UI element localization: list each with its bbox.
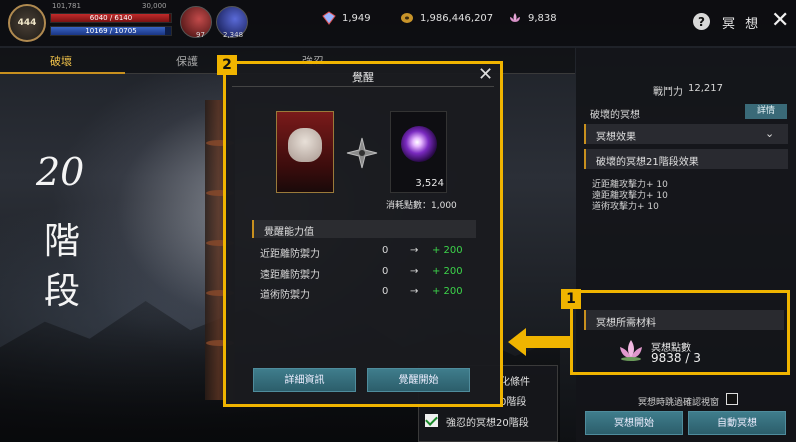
potion-blue-count: 2,348	[223, 31, 244, 39]
material-count: 9838 / 3	[651, 351, 701, 365]
condition-line-3: 強忍的冥想20階段	[446, 418, 529, 429]
effect-line: 道術攻擊力+ 10	[592, 202, 659, 212]
condition-line-1: 化條件	[500, 377, 530, 388]
shuriken-icon	[346, 137, 378, 169]
top-bar	[0, 0, 796, 46]
ability-to: + 200	[432, 266, 463, 277]
points-value: 3,524	[415, 178, 444, 189]
player-avatar[interactable]: 444	[8, 4, 46, 42]
meditation-section-title: 破壞的冥想	[590, 110, 640, 121]
skip-confirm-checkbox[interactable]	[726, 393, 738, 405]
coin-amount: 1,986,446,207	[420, 12, 494, 24]
player-level: 444	[17, 18, 37, 28]
tab-destroy[interactable]: 破壞	[50, 53, 72, 69]
ability-name: 道術防禦力	[260, 290, 310, 301]
condition-line-2: 0階段	[500, 397, 527, 408]
gem-resource: 1,949	[322, 11, 371, 25]
ability-arrow: →	[410, 286, 419, 297]
coin-resource: 1,986,446,207	[400, 11, 493, 25]
material-header: 冥想所需材料	[596, 318, 656, 329]
dialog-close-icon[interactable]: ✕	[478, 64, 493, 85]
start-meditation-button[interactable]: 冥想開始	[585, 411, 683, 435]
tab-protect[interactable]: 保護	[176, 53, 198, 69]
dialog-title: 覺醒	[352, 71, 374, 84]
stamina-stat: 30,000	[142, 2, 167, 10]
awaken-start-button[interactable]: 覺醒開始	[367, 368, 470, 392]
ability-header-row: 覺醒能力值	[252, 220, 476, 238]
ability-from: 0	[382, 266, 389, 277]
attack-stat: 101,781	[52, 2, 81, 10]
marker-one: 1	[561, 289, 581, 309]
ability-name: 遠距離防禦力	[260, 270, 320, 281]
hp-text: 6040 / 6140	[89, 14, 133, 22]
mp-bar: 10169 / 10705	[50, 26, 172, 36]
coin-icon	[401, 13, 413, 23]
material-header-row: 冥想所需材料	[584, 310, 784, 330]
close-icon[interactable]: ✕	[771, 10, 789, 32]
stage-number: 20	[36, 150, 85, 194]
auto-meditation-button[interactable]: 自動冥想	[688, 411, 786, 435]
demon-mask-icon	[288, 128, 322, 162]
hp-bar: 6040 / 6140	[50, 13, 172, 23]
skip-confirm-label: 冥想時跳過確認視窗	[638, 398, 720, 408]
meditation-orb-icon	[401, 126, 437, 162]
lotus-resource: 9,838	[508, 11, 557, 25]
stage-effect-row: 破壞的冥想21階段效果	[584, 149, 788, 169]
ability-from: 0	[382, 286, 389, 297]
lotus-amount: 9,838	[528, 12, 557, 24]
lotus-icon	[620, 340, 642, 361]
dialog-divider	[232, 86, 494, 87]
condition-check-icon	[425, 414, 438, 427]
detail-button[interactable]: 詳情	[745, 104, 787, 119]
stage-char-1: 階	[44, 221, 81, 262]
ability-to: + 200	[432, 245, 463, 256]
lotus-icon	[510, 13, 520, 22]
chevron-down-icon[interactable]: ⌄	[765, 127, 774, 140]
combat-power-value: 12,217	[688, 83, 723, 94]
active-tab-indicator	[0, 72, 125, 74]
ability-header: 覺醒能力值	[264, 227, 314, 238]
gem-icon	[322, 11, 336, 25]
detail-info-button[interactable]: 詳細資訊	[253, 368, 356, 392]
gem-amount: 1,949	[342, 12, 371, 24]
effect-header: 冥想效果	[596, 132, 636, 143]
combat-power-label: 戰鬥力	[653, 87, 683, 98]
consume-label: 消耗點數：1,000	[386, 201, 457, 211]
stage-char-2: 段	[44, 271, 81, 312]
help-icon[interactable]: ?	[693, 13, 710, 30]
arrow-left-icon	[508, 328, 570, 356]
potion-red-count: 97	[196, 31, 205, 39]
ability-arrow: →	[410, 266, 419, 277]
ability-arrow: →	[410, 245, 419, 256]
ability-from: 0	[382, 245, 389, 256]
stage-effect-header: 破壞的冥想21階段效果	[596, 157, 699, 168]
ability-name: 近距離防禦力	[260, 249, 320, 260]
mp-text: 10169 / 10705	[85, 27, 137, 35]
ability-to: + 200	[432, 286, 463, 297]
effect-header-row[interactable]: 冥想效果	[584, 124, 788, 144]
screen-title: 冥 想	[722, 17, 762, 32]
